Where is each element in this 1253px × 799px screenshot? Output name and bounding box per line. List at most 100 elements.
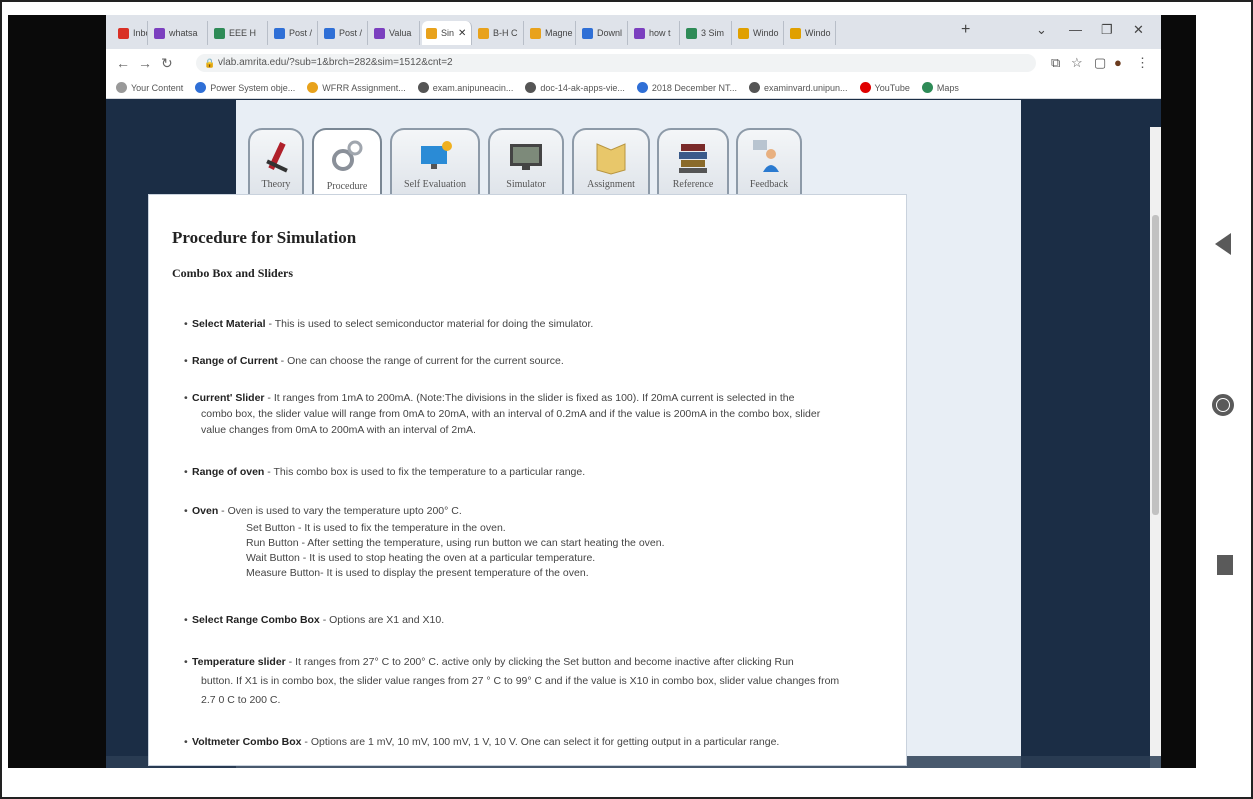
bookmark-item[interactable]: doc-14-ak-apps-vie...	[525, 82, 625, 93]
lab-tab-feedback[interactable]: Feedback	[736, 128, 802, 194]
tab-label: Sin	[441, 28, 455, 38]
sidebar-icon[interactable]: ▢	[1094, 55, 1106, 71]
tab-label: 3 Sim	[701, 28, 725, 38]
tab-label: whatsa	[169, 28, 198, 38]
lab-tab-self-evaluation[interactable]: Self Evaluation	[390, 128, 480, 194]
tab-label: how t	[649, 28, 671, 38]
tab-favicon-icon	[478, 27, 489, 39]
lab-tab-simulator[interactable]: Simulator	[488, 128, 564, 194]
bookmark-favicon-icon	[636, 82, 648, 93]
gears-icon	[327, 138, 367, 176]
menu-kebab-icon[interactable]: ⋮	[1136, 55, 1149, 71]
list-item-temperature-slider: • Temperature slider - It ranges from 27°…	[184, 656, 794, 668]
bookmark-item[interactable]: YouTube	[859, 82, 910, 93]
browser-tab[interactable]: Post /	[320, 21, 368, 45]
lab-tab-procedure[interactable]: Procedure	[312, 128, 382, 196]
bookmark-label: Power System obje...	[210, 82, 296, 93]
bookmark-item[interactable]: Your Content	[116, 82, 183, 93]
browser-tab[interactable]: Windo	[734, 21, 784, 45]
bookmark-star-icon[interactable]: ☆	[1071, 55, 1083, 71]
bookmark-label: exam.anipuneacin...	[432, 82, 514, 93]
bookmarks-bar: Your Content Power System obje... WFRR Ass…	[106, 77, 1161, 99]
bookmark-favicon-icon	[417, 82, 429, 93]
close-tab-icon[interactable]: ✕	[458, 28, 466, 39]
android-recents-icon[interactable]	[1217, 555, 1233, 575]
browser-tab[interactable]: Windo	[786, 21, 836, 45]
lab-tab-reference[interactable]: Reference	[657, 128, 729, 194]
tab-favicon-icon	[274, 27, 285, 39]
browser-tab[interactable]: 3 Sim	[682, 21, 732, 45]
android-back-icon[interactable]	[1215, 233, 1231, 255]
browser-tab[interactable]: Magne	[526, 21, 576, 45]
page-scroll-thumb[interactable]	[1152, 215, 1159, 515]
forward-arrow-icon[interactable]: →	[138, 55, 152, 71]
tab-label: Windo	[805, 28, 831, 38]
right-black-bar	[1161, 15, 1196, 768]
lab-tab-label: Procedure	[326, 181, 368, 192]
page-title: Procedure for Simulation	[172, 228, 357, 247]
tab-label: Inbox	[133, 28, 147, 38]
bookmark-favicon-icon	[748, 82, 760, 93]
browser-tab[interactable]: Downl	[578, 21, 628, 45]
tab-favicon-icon	[530, 27, 541, 39]
book-icon	[591, 138, 631, 176]
share-icon[interactable]: ⧉	[1051, 55, 1060, 71]
lab-tab-assignment[interactable]: Assignment	[572, 128, 650, 194]
bookmark-item[interactable]: Power System obje...	[195, 82, 295, 93]
bookmark-item[interactable]: WFRR Assignment...	[307, 82, 406, 93]
list-item-oven: • Oven - Oven is used to vary the tempera…	[184, 505, 462, 517]
lab-tab-theory[interactable]: Theory	[248, 128, 304, 194]
bookmark-label: doc-14-ak-apps-vie...	[540, 82, 625, 93]
lab-tab-label: Assignment	[587, 179, 635, 190]
books-stack-icon	[673, 138, 713, 176]
url-field[interactable]: 🔒 vlab.amrita.edu/?sub=1&brch=282&sim=15…	[196, 54, 1036, 72]
bookmark-favicon-icon	[921, 82, 933, 93]
list-item-temperature-slider-line2: button. If X1 is in combo box, the slide…	[201, 675, 840, 687]
bookmark-item[interactable]: 2018 December NT...	[636, 82, 737, 93]
bookmark-favicon-icon	[116, 82, 127, 93]
list-item-current-slider-line2: combo box, the slider value will range f…	[201, 408, 821, 420]
tab-label: Magne	[545, 28, 573, 38]
browser-tab[interactable]: EEE H	[210, 21, 268, 45]
browser-tab[interactable]: Post /	[270, 21, 318, 45]
reload-icon[interactable]: ↻	[161, 55, 173, 72]
tab-favicon-icon	[214, 27, 225, 39]
close-window-button[interactable]: ✕	[1133, 22, 1144, 38]
bookmark-label: WFRR Assignment...	[322, 82, 406, 93]
list-item-current-slider-line3: value changes from 0mA to 200mA with an …	[201, 424, 476, 436]
person-feedback-icon	[749, 138, 789, 176]
tab-favicon-icon	[790, 27, 801, 39]
browser-tab[interactable]: Valua	[370, 21, 420, 45]
browser-tab[interactable]: Inbox	[114, 21, 148, 45]
new-tab-button[interactable]: +	[961, 21, 970, 39]
back-arrow-icon[interactable]: ←	[116, 55, 130, 71]
bookmark-item[interactable]: examinvard.unipun...	[748, 82, 848, 93]
list-item-range-of-oven: • Range of oven - This combo box is used …	[184, 466, 586, 478]
tab-search-icon[interactable]: ⌄	[1036, 22, 1047, 38]
browser-tab[interactable]: B-H C	[474, 21, 524, 45]
tab-favicon-icon	[426, 27, 437, 39]
list-item-select-material: • Select Material - This is used to selec…	[184, 318, 594, 330]
bookmark-item[interactable]: exam.anipuneacin...	[417, 82, 514, 93]
url-text: vlab.amrita.edu/?sub=1&brch=282&sim=1512…	[218, 57, 453, 68]
bookmark-label: Maps	[936, 82, 959, 93]
list-item-temperature-slider-line3: 2.7 0 C to 200 C.	[201, 694, 281, 706]
address-bar-row: ← → ↻ 🔒 vlab.amrita.edu/?sub=1&brch=282&…	[106, 49, 1161, 77]
browser-tab[interactable]: Sin ✕	[422, 21, 472, 45]
restore-button[interactable]: ❐	[1101, 22, 1113, 38]
tab-label: Post /	[339, 28, 363, 38]
profile-avatar-icon[interactable]: ●	[1114, 55, 1122, 70]
android-home-inner-icon	[1217, 399, 1229, 411]
browser-tab[interactable]: how t	[630, 21, 680, 45]
monitor-evaluation-icon	[415, 138, 455, 176]
bookmark-label: examinvard.unipun...	[763, 82, 848, 93]
bookmark-item[interactable]: Maps	[921, 82, 959, 93]
tab-label: Windo	[753, 28, 779, 38]
lab-tab-label: Reference	[672, 179, 714, 190]
oven-wait-button-desc: Wait Button - It is used to stop heating…	[246, 552, 596, 564]
browser-tab[interactable]: whatsa	[150, 21, 208, 45]
minimize-button[interactable]: —	[1069, 22, 1082, 37]
bookmark-label: YouTube	[874, 82, 910, 93]
lab-tab-label: Theory	[261, 179, 291, 190]
tab-favicon-icon	[118, 27, 129, 39]
